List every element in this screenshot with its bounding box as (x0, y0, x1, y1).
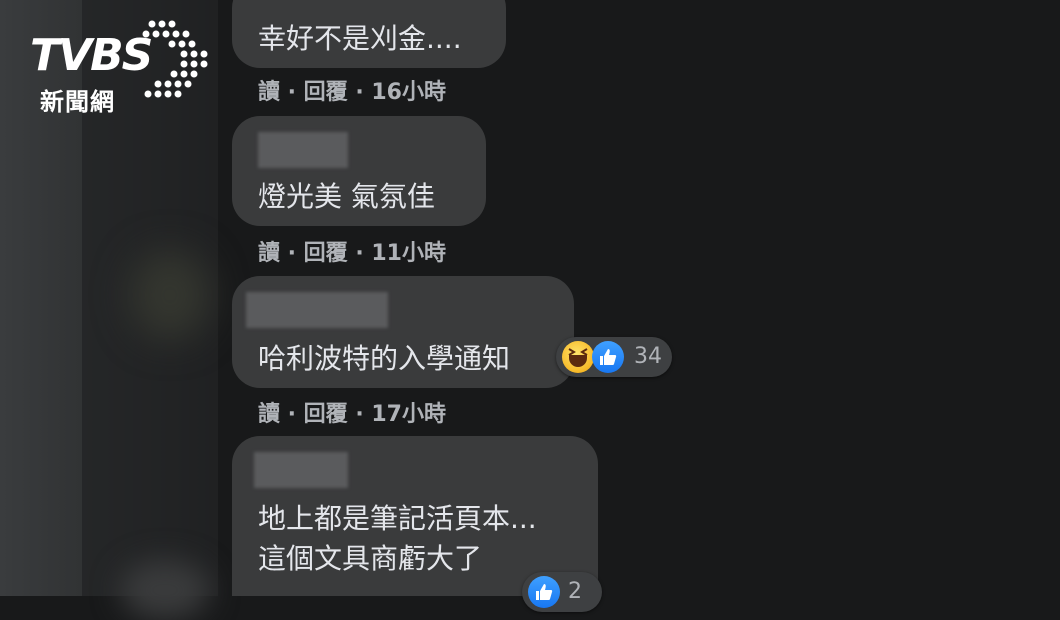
tvbs-logo: TVBS 新聞網 (30, 18, 210, 118)
comment-text: 燈光美 氣氛佳 (258, 180, 435, 213)
reaction-summary[interactable]: 2 (522, 572, 602, 612)
like-icon (528, 576, 560, 608)
reaction-summary[interactable]: 34 (556, 337, 672, 377)
logo-subtitle: 新聞網 (40, 88, 115, 116)
comment-text-line2: 這個文具商虧大了 (258, 542, 483, 575)
haha-icon (562, 341, 594, 373)
like-icon (592, 341, 624, 373)
comment-actions[interactable]: 讀 · 回覆 · 16小時 (258, 74, 446, 106)
blurred-username (254, 452, 348, 488)
reaction-count: 34 (634, 344, 662, 369)
comment-text: 幸好不是刈金.... (258, 22, 462, 55)
comment-actions[interactable]: 讀 · 回覆 · 11小時 (258, 235, 446, 267)
comment-text: 哈利波特的入學通知 (258, 342, 511, 375)
comment-actions[interactable]: 讀 · 回覆 · 17小時 (258, 396, 446, 428)
comment-text-line1: 地上都是筆記活頁本... (258, 502, 537, 535)
logo-brand: TVBS (30, 30, 153, 81)
logo-dots-icon (142, 20, 208, 98)
reaction-count: 2 (568, 579, 582, 604)
blurred-username (258, 132, 348, 168)
blurred-username (246, 292, 388, 328)
